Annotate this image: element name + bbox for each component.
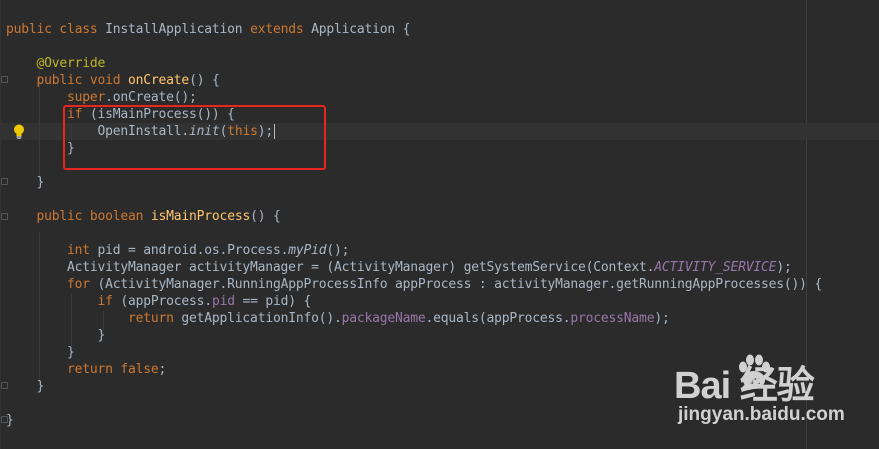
code-line[interactable]: for (ActivityManager.RunningAppProcessIn… bbox=[6, 276, 822, 293]
code-token: } bbox=[6, 413, 14, 428]
highlight-annotation-box bbox=[63, 105, 326, 170]
code-token: super bbox=[6, 90, 106, 105]
code-line[interactable]: } bbox=[6, 344, 75, 361]
code-line[interactable]: } bbox=[6, 174, 45, 191]
code-token: .equals(appProcess. bbox=[425, 311, 571, 326]
code-token: for bbox=[6, 277, 98, 292]
code-token: packageName bbox=[341, 311, 426, 326]
baidu-jingyan-watermark: du Bai 经验 jingyan.baidu.com bbox=[674, 352, 874, 432]
code-token: == pid) { bbox=[242, 294, 312, 309]
code-token: void bbox=[89, 73, 129, 88]
watermark-brand: Bai 经验 bbox=[674, 365, 815, 407]
code-line[interactable]: int pid = android.os.Process.myPid(); bbox=[6, 242, 349, 259]
code-token: public bbox=[6, 209, 90, 224]
code-line[interactable]: } bbox=[6, 327, 106, 344]
code-token: ); bbox=[776, 260, 792, 275]
code-line[interactable]: ActivityManager activityManager = (Activ… bbox=[6, 259, 792, 276]
code-token: processName bbox=[570, 311, 655, 326]
code-token: } bbox=[6, 175, 45, 190]
code-token: @Override bbox=[6, 56, 106, 71]
watermark-url: jingyan.baidu.com bbox=[678, 404, 845, 425]
code-line[interactable]: return getApplicationInfo().packageName.… bbox=[6, 310, 670, 327]
code-token: public bbox=[6, 22, 60, 37]
code-token: onCreate bbox=[128, 73, 190, 88]
code-line[interactable]: @Override bbox=[6, 55, 106, 72]
code-token: pid = android.os.Process. bbox=[97, 243, 289, 258]
code-token: ACTIVITY_SERVICE bbox=[654, 260, 777, 275]
code-token: (ActivityManager.RunningAppProcessInfo a… bbox=[97, 277, 823, 292]
lightbulb-icon[interactable] bbox=[13, 124, 25, 139]
code-token: ActivityManager activityManager = (Activ… bbox=[6, 260, 655, 275]
code-token: Application { bbox=[311, 22, 411, 37]
code-line[interactable]: } bbox=[6, 378, 45, 395]
code-token: } bbox=[6, 328, 106, 343]
code-token: return bbox=[6, 362, 121, 377]
code-line[interactable]: if (appProcess.pid == pid) { bbox=[6, 293, 312, 310]
code-line[interactable]: } bbox=[6, 412, 14, 429]
code-line[interactable]: public boolean isMainProcess() { bbox=[6, 208, 281, 225]
code-token: InstallApplication bbox=[105, 22, 251, 37]
code-line[interactable]: public class InstallApplication extends … bbox=[6, 21, 410, 38]
code-token: ; bbox=[158, 362, 167, 377]
code-token: (); bbox=[326, 243, 350, 258]
code-token: if bbox=[6, 294, 121, 309]
code-token: public bbox=[6, 73, 90, 88]
code-token: getApplicationInfo(). bbox=[181, 311, 342, 326]
code-token: } bbox=[6, 345, 75, 360]
code-token: () { bbox=[189, 73, 220, 88]
code-line[interactable]: public void onCreate() { bbox=[6, 72, 220, 89]
code-token: extends bbox=[250, 22, 312, 37]
code-token: ); bbox=[654, 311, 670, 326]
code-token: class bbox=[59, 22, 106, 37]
code-token: () { bbox=[250, 209, 281, 224]
code-token: false bbox=[120, 362, 159, 377]
code-line[interactable]: return false; bbox=[6, 361, 166, 378]
code-line[interactable]: super.onCreate(); bbox=[6, 89, 197, 106]
code-token: isMainProcess bbox=[150, 209, 251, 224]
code-token: } bbox=[6, 379, 45, 394]
code-token: return bbox=[6, 311, 182, 326]
code-token: .onCreate(); bbox=[105, 90, 197, 105]
code-token: (appProcess. bbox=[120, 294, 212, 309]
code-token: pid bbox=[211, 294, 243, 309]
code-token: myPid bbox=[288, 243, 327, 258]
code-token: boolean bbox=[89, 209, 151, 224]
code-token: int bbox=[6, 243, 98, 258]
